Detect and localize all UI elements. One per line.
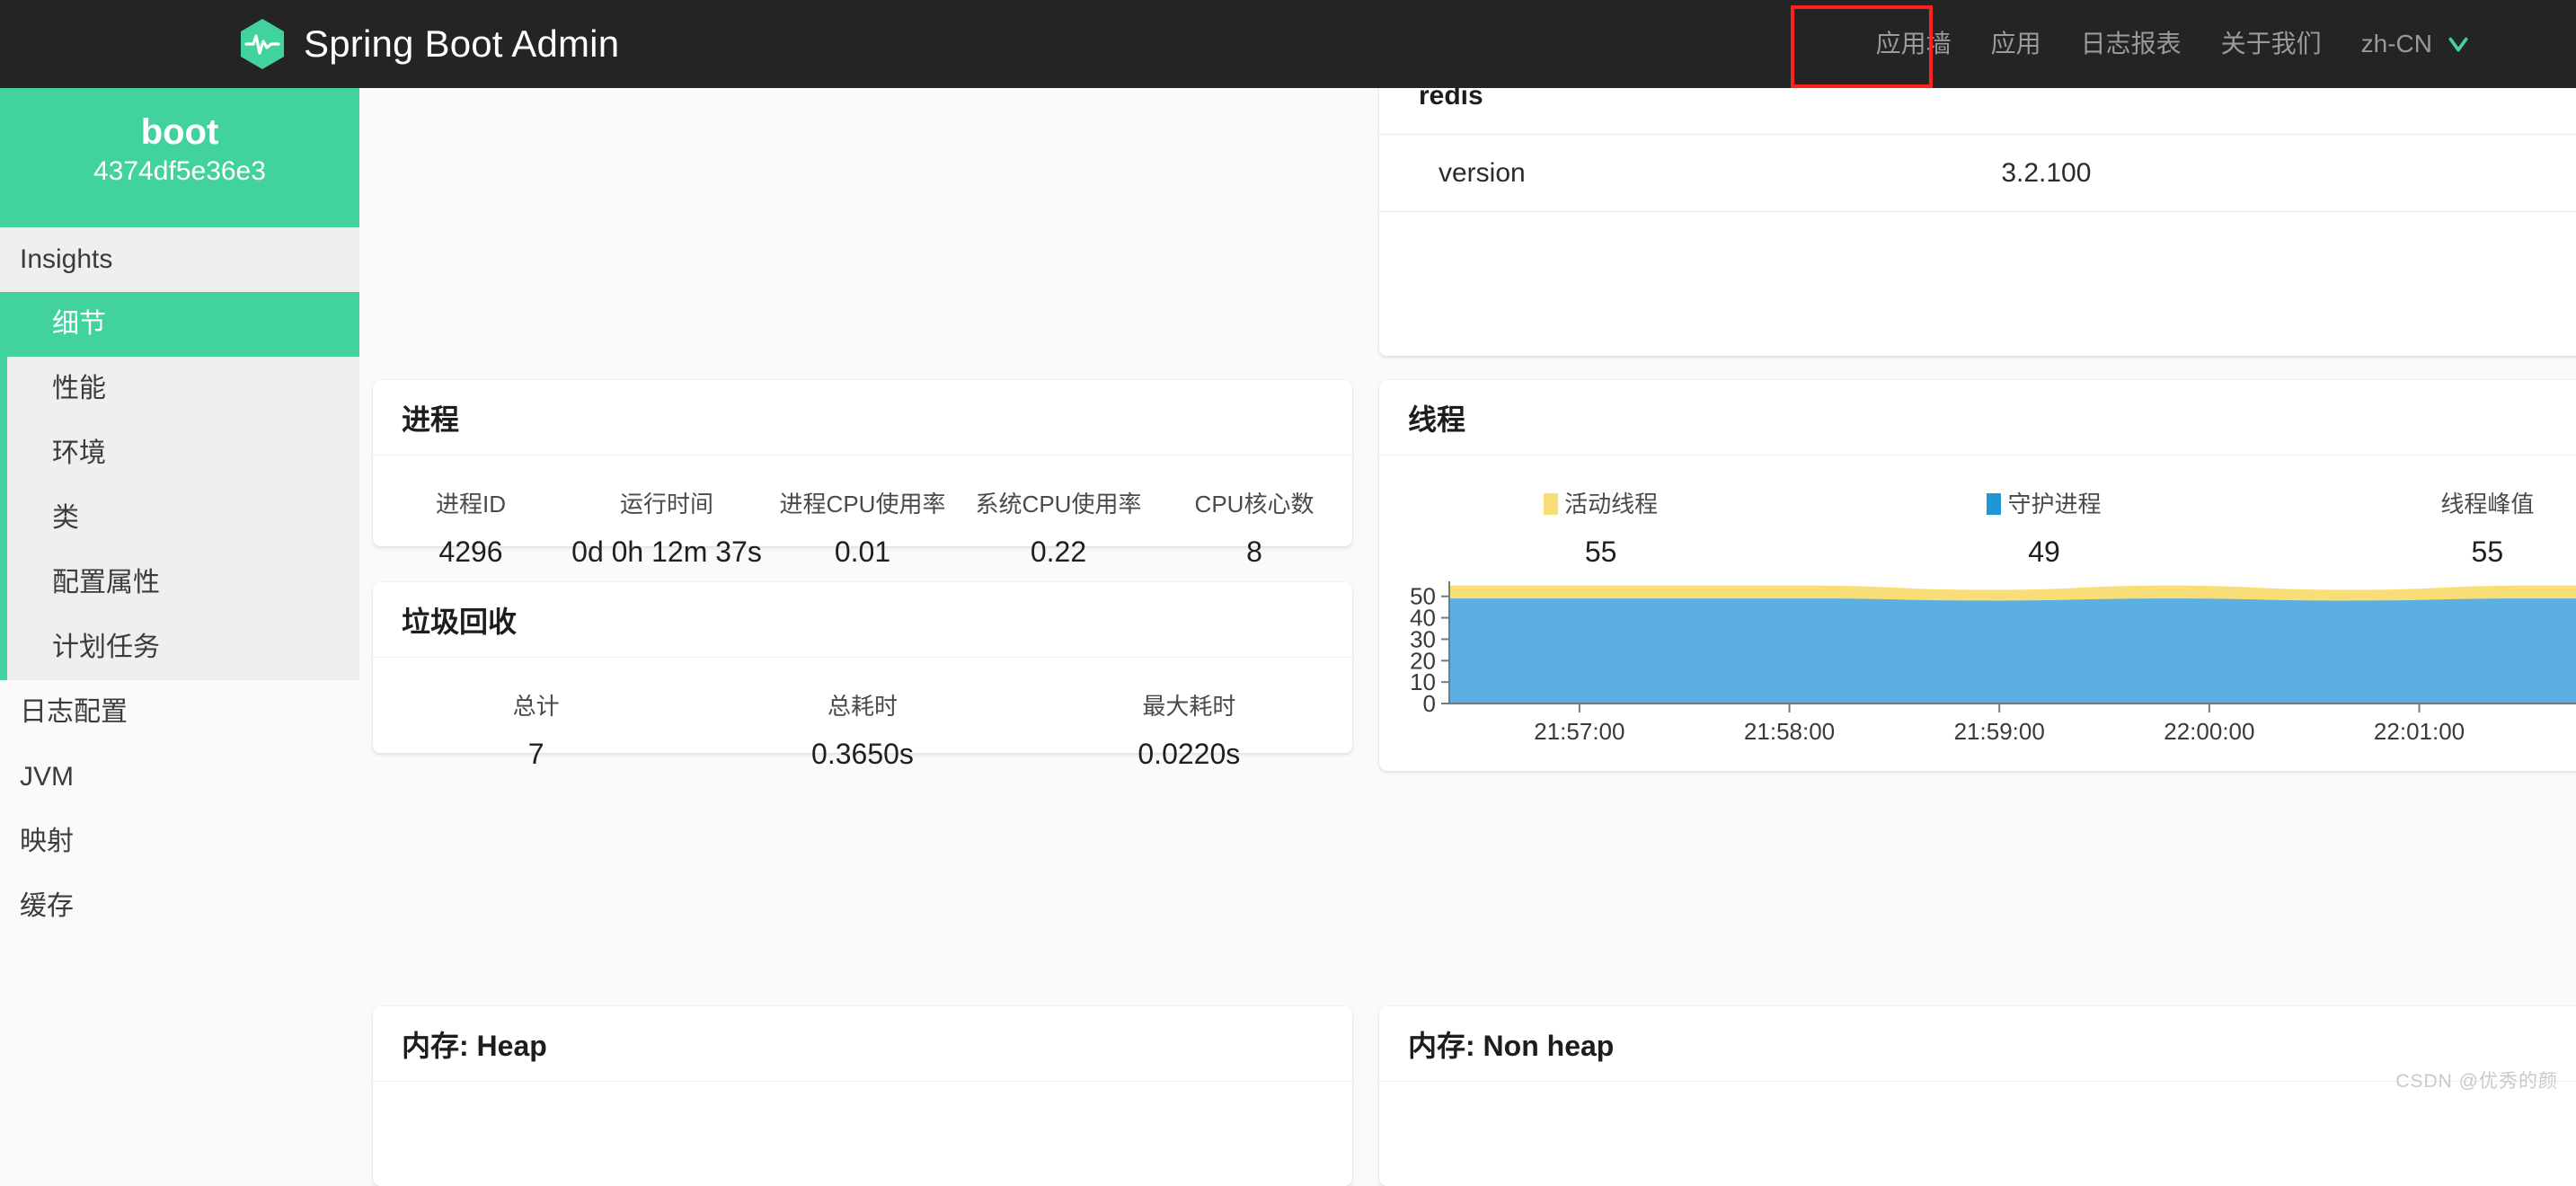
stat-label: 进程ID [373,486,569,519]
stat-daemon-threads: 守护进程 49 [1822,486,2265,569]
sidebar-item-jvm[interactable]: JVM [0,745,359,810]
stat-label: 活动线程 [1379,486,1822,519]
stat-label: 系统CPU使用率 [960,486,1156,519]
stat-value: 0.01 [765,535,960,569]
stat-label: 线程峰值 [2266,486,2576,519]
sidebar-item-performance[interactable]: 性能 [7,357,359,421]
garbage-collection-card: 垃圾回收 总计 7 总耗时 0.3650s 最大耗时 0.0220s [373,582,1352,753]
threads-card: 线程 活动线程 55 守护进程 49 线程峰值 55 0102030405021… [1379,380,2576,771]
stat-uptime: 运行时间 0d 0h 12m 37s [569,486,765,569]
stat-live-threads: 活动线程 55 [1379,486,1822,569]
language-label: zh-CN [2361,0,2432,88]
stat-gc-count: 总计 7 [373,688,699,771]
stat-value: 55 [2266,535,2576,569]
threads-area-chart: 0102030405021:57:0021:58:0021:59:0022:00… [1379,578,2576,748]
sidebar-item-classes[interactable]: 类 [7,486,359,551]
stat-value: 7 [373,738,699,771]
stat-label: 总耗时 [699,688,1025,721]
nav-links: 应用墙 应用 日志报表 关于我们 zh-CN [1856,0,2490,88]
stat-label-text: 活动线程 [1564,491,1658,518]
sidebar-item-environment[interactable]: 环境 [7,421,359,486]
sidebar-group-insights: Insights [0,227,359,292]
chevron-down-icon [2447,32,2470,56]
stat-cpu-cores: CPU核心数 8 [1156,486,1352,569]
stat-peak-threads: 线程峰值 55 [2266,486,2576,569]
sidebar-app-header: boot 4374df5e36e3 [0,88,359,227]
stat-value: 4296 [373,535,569,569]
card-title: 进程 [402,397,459,438]
sidebar-item-loggers[interactable]: 日志配置 [0,680,359,745]
svg-text:22:01:00: 22:01:00 [2374,718,2465,745]
stat-value: 0.3650s [699,738,1025,771]
stat-label: 运行时间 [569,486,765,519]
language-selector[interactable]: zh-CN [2341,0,2490,88]
svg-text:21:57:00: 21:57:00 [1534,718,1624,745]
card-title: 内存: Heap [402,1023,547,1065]
sidebar-item-mappings[interactable]: 映射 [0,810,359,874]
stat-system-cpu: 系统CPU使用率 0.22 [960,486,1156,569]
stat-label: 总计 [373,688,699,721]
svg-text:21:59:00: 21:59:00 [1954,718,2045,745]
stat-label: 守护进程 [1822,486,2265,519]
stat-label: 最大耗时 [1026,688,1352,721]
gc-card-header: 垃圾回收 [373,582,1352,658]
memory-heap-card: 内存: Heap [373,1006,1352,1186]
nav-application-wall[interactable]: 应用墙 [1856,0,1971,88]
svg-text:21:58:00: 21:58:00 [1744,718,1835,745]
sidebar: boot 4374df5e36e3 Insights 细节 性能 环境 类 配置… [0,88,359,1111]
stat-process-cpu: 进程CPU使用率 0.01 [765,486,960,569]
card-title: 内存: Non heap [1408,1023,1614,1065]
sidebar-insights-list: 细节 性能 环境 类 配置属性 计划任务 [0,292,359,680]
stat-pid: 进程ID 4296 [373,486,569,569]
sidebar-app-name: boot [0,110,359,155]
stat-gc-total-time: 总耗时 0.3650s [699,688,1025,771]
stat-value: 55 [1379,535,1822,569]
stat-label-text: 守护进程 [2007,491,2101,518]
legend-swatch-daemon [1987,493,2001,515]
svg-text:50: 50 [1410,583,1436,610]
memory-nonheap-card: 内存: Non heap [1379,1006,2576,1186]
nav-journal[interactable]: 日志报表 [2061,0,2201,88]
card-title: 线程 [1408,397,1465,438]
sidebar-root-list: 日志配置 JVM 映射 缓存 [0,680,359,939]
sidebar-item-configprops[interactable]: 配置属性 [7,551,359,615]
card-title: 垃圾回收 [402,599,517,641]
sidebar-item-details[interactable]: 细节 [0,292,359,357]
stat-label: CPU核心数 [1156,486,1352,519]
threads-chart: 0102030405021:57:0021:58:0021:59:0022:00… [1379,578,2576,748]
legend-swatch-live [1544,493,1558,515]
stat-gc-max-time: 最大耗时 0.0220s [1026,688,1352,771]
nav-about[interactable]: 关于我们 [2201,0,2341,88]
svg-text:22:00:00: 22:00:00 [2164,718,2254,745]
heartbeat-hexagon-icon [239,18,286,70]
memory-heap-header: 内存: Heap [373,1006,1352,1082]
top-navigation-bar: Spring Boot Admin 应用墙 应用 日志报表 关于我们 zh-CN [0,0,2576,88]
main-content: ping UP redis UP version 3.2.100 进程 进程ID… [359,88,2576,1111]
brand-title: Spring Boot Admin [304,22,619,66]
gc-stats: 总计 7 总耗时 0.3650s 最大耗时 0.0220s [373,658,1352,809]
process-card-header: 进程 [373,380,1352,456]
sidebar-app-id: 4374df5e36e3 [0,156,359,187]
nav-applications[interactable]: 应用 [1971,0,2061,88]
threads-card-header: 线程 [1379,380,2576,456]
stat-label: 进程CPU使用率 [765,486,960,519]
brand[interactable]: Spring Boot Admin [239,0,619,88]
health-row-version: version 3.2.100 [1379,135,2576,212]
stat-value: 0d 0h 12m 37s [569,535,765,569]
stat-value: 49 [1822,535,2265,569]
stat-value: 0.22 [960,535,1156,569]
stat-value: 0.0220s [1026,738,1352,771]
health-detail-value: 3.2.100 [1418,158,2576,189]
sidebar-item-caches[interactable]: 缓存 [0,874,359,939]
sidebar-item-scheduled[interactable]: 计划任务 [7,615,359,680]
csdn-watermark: CSDN @优秀的颜 [2395,1067,2558,1093]
threads-stats: 活动线程 55 守护进程 49 线程峰值 55 [1379,456,2576,578]
stat-value: 8 [1156,535,1352,569]
process-card: 进程 进程ID 4296 运行时间 0d 0h 12m 37s 进程CPU使用率… [373,380,1352,546]
